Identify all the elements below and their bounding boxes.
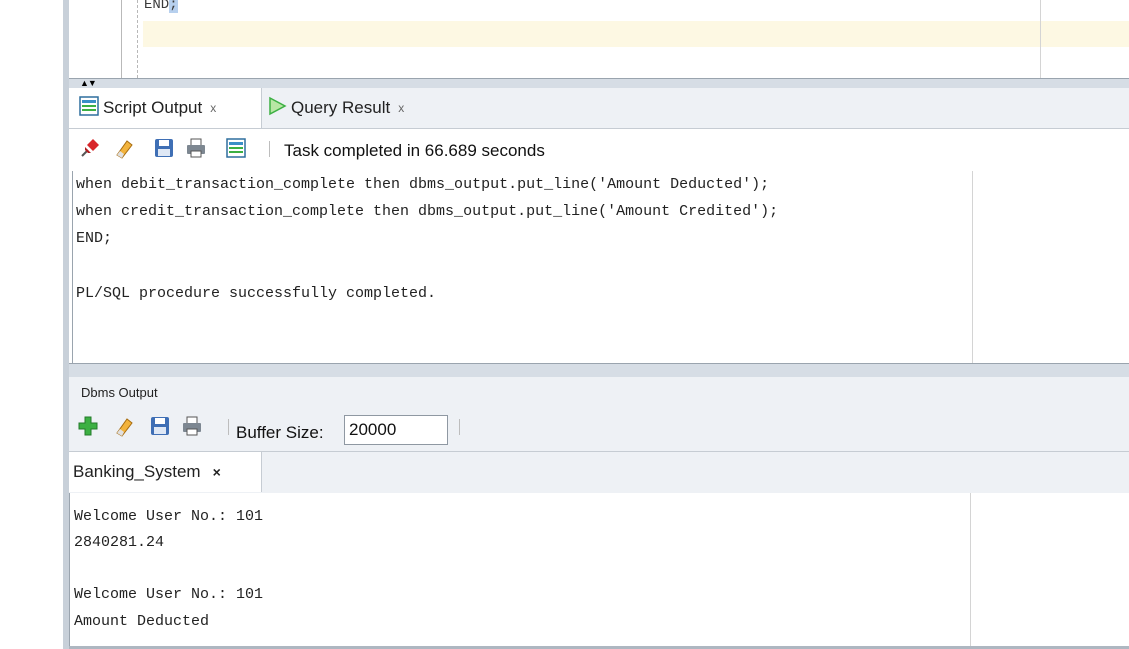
dbms-output-line: Welcome User No.: 101 [74,586,264,603]
selected-text: ; [169,0,178,13]
editor-line-end[interactable]: END; [144,0,178,13]
close-icon[interactable]: x [398,101,404,115]
splitter-arrows-icon[interactable]: ▲▼ [80,78,97,88]
editor-gutter-border [121,0,122,78]
editor-margin-line [1040,0,1041,78]
print-icon[interactable] [185,137,207,159]
tab-banking-system-label: Banking_System [73,462,201,481]
tab-script-output-label: Script Output [103,98,203,117]
buffer-size-input[interactable] [344,415,448,445]
output-line: when debit_transaction_complete then dbm… [76,176,770,193]
close-icon[interactable]: × [213,464,221,480]
output-line: when credit_transaction_complete then db… [76,203,779,220]
output-margin-line [970,493,971,649]
tab-query-result-label: Query Result [291,98,391,117]
code-fold-guide [137,0,138,78]
dbms-output-title: Dbms Output [81,385,158,400]
buffer-size-label: Buffer Size: [236,423,324,442]
tab-script-output[interactable]: Script Output x [69,88,262,128]
dbms-output-header [69,377,1129,407]
print-icon[interactable] [181,415,203,437]
dbms-output-toolbar [69,407,1129,451]
eraser-icon[interactable] [113,137,135,159]
toolbar-divider [269,141,270,157]
script-output-toolbar [69,129,1129,171]
dbms-output-line: Amount Deducted [74,613,210,630]
task-status-text: Task completed in 66.689 seconds [284,141,545,160]
dbms-output-line: Welcome User No.: 101 [74,508,264,525]
output-line: PL/SQL procedure successfully completed. [76,285,437,302]
dbms-output-line: 2840281.24 [74,534,165,551]
tab-query-result[interactable]: Query Result x [263,88,453,128]
current-line-highlight [143,21,1129,47]
tab-banking-system[interactable]: Banking_System × [69,452,262,492]
script-output-icon [79,95,99,121]
end-keyword: END [144,0,170,13]
script-output-area[interactable] [72,171,1129,363]
panel-gap [69,363,1129,378]
toolbar-divider [228,419,229,435]
close-icon[interactable]: x [210,101,216,115]
output-margin-line [972,171,973,363]
add-icon[interactable] [77,415,99,437]
save-icon[interactable] [153,137,175,159]
eraser-icon[interactable] [113,415,135,437]
script-icon[interactable] [225,137,247,159]
save-icon[interactable] [149,415,171,437]
output-line: END; [76,230,113,247]
pin-icon[interactable] [79,137,101,159]
toolbar-divider [459,419,460,435]
play-icon [267,96,287,121]
